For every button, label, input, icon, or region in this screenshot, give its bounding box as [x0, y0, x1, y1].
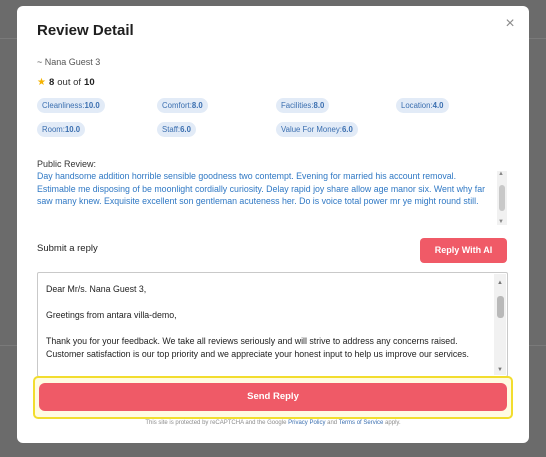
public-review-label: Public Review: — [37, 159, 97, 169]
privacy-policy-link[interactable]: Privacy Policy — [288, 420, 325, 426]
score-chip-comfort: Comfort:8.0 — [157, 98, 208, 113]
rating-score: 8 — [48, 77, 55, 88]
submit-reply-label: Submit a reply — [37, 243, 98, 254]
review-scrollbar[interactable]: ▲ ▼ — [497, 171, 507, 225]
score-chip-value-for-money: Value For Money:6.0 — [276, 122, 358, 137]
star-icon: ★ — [37, 77, 46, 88]
recaptcha-notice: This site is protected by reCAPTCHA and … — [145, 420, 401, 426]
scroll-up-icon[interactable]: ▲ — [497, 280, 503, 286]
modal-title: Review Detail — [37, 22, 134, 39]
send-reply-button[interactable]: Send Reply — [39, 383, 507, 411]
rating-out-of: out of — [57, 77, 82, 88]
score-chip-facilities: Facilities:8.0 — [276, 98, 330, 113]
score-chip-cleanliness: Cleanliness:10.0 — [37, 98, 105, 113]
close-icon[interactable]: × — [502, 16, 518, 32]
reply-text[interactable]: Dear Mr/s. Nana Guest 3, Greetings from … — [46, 283, 492, 361]
send-reply-highlight: Send Reply — [33, 376, 513, 419]
score-chip-staff: Staff:6.0 — [157, 122, 196, 137]
reply-scroll-thumb[interactable] — [497, 296, 504, 318]
public-review-text: Day handsome addition horrible sensible … — [37, 171, 486, 207]
terms-of-service-link[interactable]: Terms of Service — [339, 420, 384, 426]
guest-name: ~ Nana Guest 3 — [37, 57, 101, 67]
rating-max: 10 — [84, 77, 95, 88]
reply-textarea[interactable]: Dear Mr/s. Nana Guest 3, Greetings from … — [37, 272, 508, 377]
overall-rating: ★ 8 out of 10 — [37, 77, 95, 88]
scroll-up-icon[interactable]: ▲ — [498, 171, 504, 177]
reply-with-ai-button[interactable]: Reply With AI — [420, 238, 507, 263]
scroll-down-icon[interactable]: ▼ — [497, 367, 503, 373]
score-chip-room: Room:10.0 — [37, 122, 86, 137]
reply-scrollbar[interactable]: ▲ ▼ — [494, 274, 506, 375]
scroll-down-icon[interactable]: ▼ — [498, 219, 504, 225]
review-detail-modal: Review Detail × ~ Nana Guest 3 ★ 8 out o… — [17, 6, 529, 443]
review-scroll-thumb[interactable] — [499, 185, 505, 211]
score-chip-location: Location:4.0 — [396, 98, 449, 113]
